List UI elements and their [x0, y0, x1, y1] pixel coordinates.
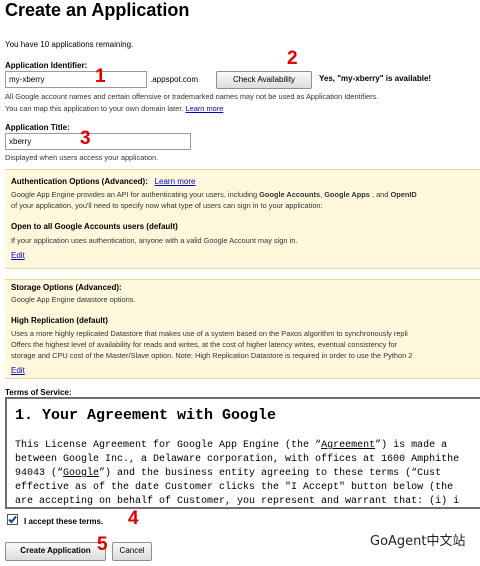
- identifier-label: Application Identifier:: [5, 61, 88, 70]
- tos-textbox[interactable]: 1. Your Agreement with Google This Licen…: [5, 397, 480, 509]
- tos-line: between Google Inc., a Delaware corporat…: [15, 454, 460, 465]
- storage-heading: Storage Options (Advanced):: [11, 283, 122, 292]
- tos-label: Terms of Service:: [5, 388, 72, 397]
- watermark-text: GoAgent中文站: [370, 534, 466, 549]
- annotation-2: 2: [287, 48, 298, 69]
- tos-line: This License Agreement for Google App En…: [15, 440, 448, 451]
- title-label: Application Title:: [5, 123, 70, 132]
- title-note: Displayed when users access your applica…: [5, 153, 159, 162]
- identifier-note: All Google account names and certain off…: [5, 92, 379, 101]
- checkmark-icon: [8, 515, 17, 524]
- storage-edit-link[interactable]: Edit: [11, 366, 25, 375]
- domain-note-text: You can map this application to your own…: [5, 104, 184, 113]
- availability-status: Yes, "my-xberry" is available!: [319, 74, 432, 83]
- check-availability-button[interactable]: Check Availability: [216, 71, 312, 89]
- accept-terms-label: I accept these terms.: [24, 517, 104, 526]
- storage-option-title: High Replication (default): [11, 316, 108, 325]
- storage-desc: Google App Engine datastore options.: [11, 295, 136, 304]
- authentication-panel: Authentication Options (Advanced): Learn…: [5, 169, 480, 269]
- title-input[interactable]: xberry: [5, 133, 191, 150]
- auth-desc-line2: of your application, you'll need to spec…: [11, 201, 323, 210]
- create-application-button[interactable]: Create Application: [5, 542, 106, 561]
- auth-option-title: Open to all Google Accounts users (defau…: [11, 222, 178, 231]
- auth-edit-link[interactable]: Edit: [11, 251, 25, 260]
- storage-desc-line2: Offers the highest level of availability…: [11, 340, 398, 349]
- auth-option-desc: If your application uses authentication,…: [11, 236, 298, 245]
- annotation-5: 5: [97, 534, 108, 555]
- appspot-suffix: .appspot.com: [150, 75, 199, 84]
- tos-line: 94043 (“Google”) and the business entity…: [15, 468, 442, 479]
- domain-note: You can map this application to your own…: [5, 104, 223, 113]
- auth-heading: Authentication Options (Advanced):: [11, 177, 148, 186]
- auth-learn-more-link[interactable]: Learn more: [155, 177, 196, 186]
- tos-heading: 1. Your Agreement with Google: [15, 407, 277, 424]
- annotation-3: 3: [80, 128, 91, 149]
- annotation-4: 4: [128, 508, 139, 529]
- tos-line: are accepting on behalf of Customer, you…: [15, 496, 460, 507]
- auth-heading-row: Authentication Options (Advanced): Learn…: [11, 177, 195, 186]
- tos-line: effective as of the date Customer clicks…: [15, 482, 454, 493]
- cancel-button[interactable]: Cancel: [112, 542, 152, 561]
- identifier-input[interactable]: my-xberry: [5, 71, 147, 88]
- remaining-apps-text: You have 10 applications remaining.: [5, 40, 134, 49]
- accept-terms-checkbox[interactable]: [7, 514, 18, 525]
- page-title: Create an Application: [5, 0, 190, 20]
- storage-panel: Storage Options (Advanced): Google App E…: [5, 279, 480, 379]
- annotation-1: 1: [95, 66, 106, 87]
- identifier-learn-more-link[interactable]: Learn more: [186, 104, 224, 113]
- storage-desc-line3: storage and CPU cost of the Master/Slave…: [11, 351, 413, 360]
- storage-desc-line1: Uses a more highly replicated Datastore …: [11, 329, 408, 338]
- auth-desc-line1: Google App Engine provides an API for au…: [11, 190, 417, 199]
